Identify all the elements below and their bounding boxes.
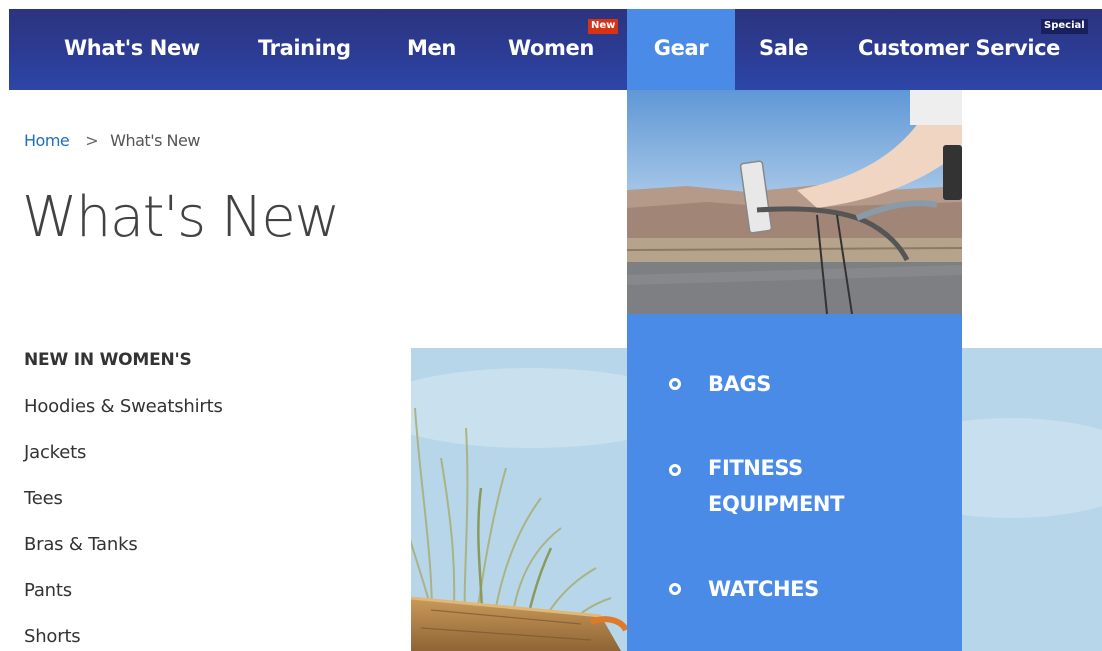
sidebar-link-pants[interactable]: Pants [24,580,72,601]
dropdown-item-label-line1: FITNESS [708,456,803,480]
dropdown-item-fitness-equipment[interactable]: FITNESS EQUIPMENT [627,450,962,522]
breadcrumb-separator: > [85,131,99,150]
page-title: What's New [22,178,340,258]
nav-item-men[interactable]: Men [407,9,456,90]
dropdown-item-watches[interactable]: WATCHES [627,571,962,607]
sidebar-link-tees[interactable]: Tees [24,488,63,509]
gear-dropdown-menu: BAGS FITNESS EQUIPMENT WATCHES [627,90,962,651]
sidebar-link-hoodies-sweatshirts[interactable]: Hoodies & Sweatshirts [24,396,223,417]
dropdown-item-bags[interactable]: BAGS [627,366,962,402]
sidebar-heading: NEW IN WOMEN'S [24,350,192,370]
sidebar-link-jackets[interactable]: Jackets [24,442,86,463]
sidebar-link-bras-tanks[interactable]: Bras & Tanks [24,534,138,555]
circle-bullet-icon [669,378,681,390]
nav-item-gear[interactable]: Gear [627,9,735,90]
circle-bullet-icon [669,464,681,476]
breadcrumb: Home > What's New [24,130,200,152]
nav-item-sale[interactable]: Sale [759,9,809,90]
sidebar-link-shorts[interactable]: Shorts [24,626,81,647]
nav-item-customer-service[interactable]: Customer Service [858,9,1060,90]
new-badge: New [588,19,619,34]
cyclist-illustration [627,90,962,314]
nav-item-women[interactable]: Women [508,9,594,90]
gear-promo-image[interactable] [627,90,962,314]
dropdown-item-label: BAGS [708,372,772,396]
breadcrumb-current: What's New [110,131,200,150]
dropdown-item-label: WATCHES [708,577,819,601]
nav-item-training[interactable]: Training [258,9,351,90]
special-badge: Special [1041,19,1088,34]
breadcrumb-home-link[interactable]: Home [24,131,70,150]
dropdown-item-label-line2: EQUIPMENT [708,492,844,516]
top-navigation-bar: What's New Training Men Women New Gear S… [9,9,1102,90]
circle-bullet-icon [669,583,681,595]
nav-item-whats-new[interactable]: What's New [64,9,200,90]
page-title-text: What's New [22,185,340,250]
